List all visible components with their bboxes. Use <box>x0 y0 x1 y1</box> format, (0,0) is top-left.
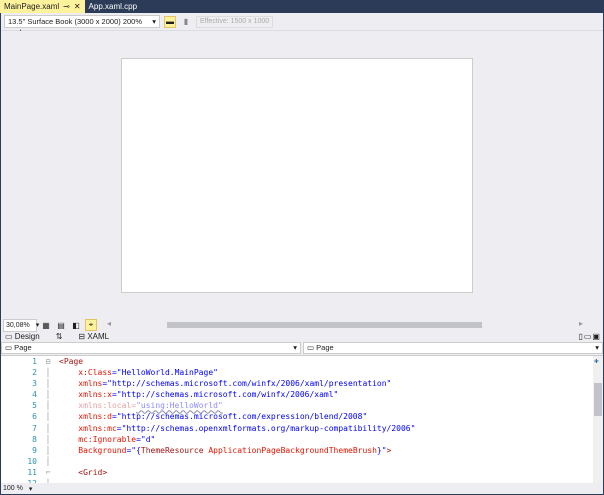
editor-status-bar: 100 % ▾ <box>1 483 603 494</box>
pin-icon[interactable]: ⊸ <box>63 0 70 13</box>
type-dropdown[interactable]: ▭ Page ▾ <box>1 342 301 354</box>
code-line: 6 │ xmlns:d ="http://schemas.microsoft.com… <box>1 411 603 422</box>
line-number: 3 <box>32 379 37 389</box>
scrollbar-thumb[interactable] <box>167 322 482 328</box>
code-line: 1 ⊟ <Page <box>1 356 603 367</box>
line-number: 7 <box>32 423 37 433</box>
device-dropdown[interactable]: 13.5" Surface Book (3000 x 2000) 200% sc… <box>4 15 160 37</box>
pane-split-icons[interactable]: ▯▭▣ <box>578 332 603 341</box>
designer-toolbar: 13.5" Surface Book (3000 x 2000) 200% sc… <box>1 13 603 37</box>
line-number: 11 <box>27 467 37 477</box>
code-token: }" <box>376 445 387 455</box>
code-token: xmlns:x <box>78 390 112 400</box>
line-number: 8 <box>32 434 37 444</box>
scrollbar-thumb[interactable] <box>594 383 602 416</box>
code-line: 11 ⌐ <Grid> <box>1 467 603 478</box>
line-number: 4 <box>32 390 37 400</box>
zoom-dropdown[interactable]: 30,08% ▾ <box>3 318 39 332</box>
effective-size: Effective: 1500 x 1000 <box>196 15 274 28</box>
code-token: xmlns <box>78 379 103 389</box>
code-line: 7 │ xmlns:mc ="http://schemas.openxmlforma… <box>1 423 603 434</box>
member-dropdown[interactable]: ▭ Page ▾ <box>303 342 603 354</box>
line-number: 1 <box>32 357 37 366</box>
code-line: 2 │ x:Class ="HelloWorld.MainPage" <box>1 367 603 378</box>
tab-mainpage-xaml[interactable]: MainPage.xaml ⊸ ✕ <box>0 0 85 13</box>
code-line: 8 │ mc:Ignorable ="d" <box>1 434 603 445</box>
fold-marker[interactable]: ⌐ <box>37 467 59 478</box>
snap-lines-icon[interactable]: ⌖ <box>85 319 97 331</box>
line-number: 9 <box>32 445 37 455</box>
page-artboard[interactable] <box>121 58 473 293</box>
code-line: 9 │ Background ="{ThemeResource Applicatio… <box>1 445 603 456</box>
code-token: xmlns:mc <box>78 423 117 433</box>
code-token: ="http://schemas.openxmlformats.org/mark… <box>116 423 416 433</box>
code-token: ="d" <box>136 434 156 444</box>
vertical-scrollbar[interactable]: ✚ <box>593 356 603 484</box>
xaml-editor[interactable]: 1 ⊟ <Page 2 │ x:Class ="HelloWorld.MainPage" 3… <box>1 355 603 488</box>
code-token: <Page <box>59 357 84 366</box>
close-icon[interactable]: ✕ <box>74 0 81 13</box>
code-token: ="{ <box>126 445 141 455</box>
code-token: ApplicationPageBackgroundThemeBrush <box>203 445 377 455</box>
design-surface[interactable] <box>1 31 603 319</box>
tab-xaml[interactable]: ⊟ XAML <box>78 332 109 341</box>
code-token: x:Class <box>78 368 112 378</box>
code-token: <Grid> <box>78 467 108 477</box>
fold-marker: │ <box>45 390 51 400</box>
line-number: 10 <box>27 456 37 466</box>
code-token: "using:HelloWorld" <box>136 401 223 411</box>
artboard-bg-icon[interactable]: ◧ <box>70 319 82 331</box>
zoom-bar: 30,08% ▾ ▦ ▤ ◧ ⌖ ◂ ▸ <box>1 318 603 332</box>
grid-icon[interactable]: ▦ <box>40 319 52 331</box>
fold-marker: │ <box>45 412 51 422</box>
code-line: 4 │ xmlns:x ="http://schemas.microsoft.com… <box>1 389 603 400</box>
horizontal-scrollbar[interactable]: ◂ ▸ <box>107 319 583 328</box>
code-token: ="http://schemas.microsoft.com/winfx/200… <box>102 379 392 389</box>
portrait-icon[interactable]: ▮ <box>180 16 192 28</box>
line-number: 2 <box>32 368 37 378</box>
scroll-left-icon[interactable]: ◂ <box>107 319 111 328</box>
fold-marker: │ <box>45 456 51 466</box>
swap-panes-icon[interactable]: ⇅ <box>56 332 63 341</box>
line-number: 6 <box>32 412 37 422</box>
document-tabs: MainPage.xaml ⊸ ✕ App.xaml.cpp <box>0 0 604 13</box>
landscape-icon[interactable]: ▬ <box>164 15 176 28</box>
fold-marker[interactable]: ⊟ <box>37 356 59 367</box>
fold-marker: │ <box>45 423 51 433</box>
code-token: xmlns:local <box>78 401 132 411</box>
line-number: 5 <box>32 401 37 411</box>
expand-icon[interactable]: ✚ <box>594 356 599 365</box>
code-line: 5 │ xmlns:local = "using:HelloWorld" <box>1 400 603 411</box>
code-token: ="http://schemas.microsoft.com/winfx/200… <box>111 390 339 400</box>
fold-marker: │ <box>45 434 51 444</box>
code-token: mc:Ignorable <box>78 434 137 444</box>
code-line: 3 │ xmlns ="http://schemas.microsoft.com/w… <box>1 378 603 389</box>
code-token: xmlns:d <box>78 412 112 422</box>
navigation-bar: ▭ Page ▾ ▭ Page ▾ <box>1 342 603 355</box>
tab-app-xaml-cpp[interactable]: App.xaml.cpp <box>85 0 141 13</box>
code-token: ="http://schemas.microsoft.com/expressio… <box>111 412 368 422</box>
fold-marker: │ <box>45 445 51 455</box>
code-token: > <box>386 445 392 455</box>
code-token: ="HelloWorld.MainPage" <box>111 368 218 378</box>
editor-zoom[interactable]: 100 % <box>3 485 23 492</box>
snap-grid-icon[interactable]: ▤ <box>55 319 67 331</box>
view-tabs: ▭ Design ⇅ ⊟ XAML ▯▭▣ <box>1 331 603 342</box>
fold-marker: │ <box>45 401 51 411</box>
fold-marker: │ <box>45 379 51 389</box>
code-line: 10 │ <box>1 456 603 467</box>
fold-marker: │ <box>45 368 51 378</box>
code-token: ThemeResource <box>140 445 204 455</box>
chevron-down-icon: ▾ <box>152 17 156 26</box>
scroll-right-icon[interactable]: ▸ <box>579 319 583 328</box>
code-token: Background <box>78 445 127 455</box>
tab-design[interactable]: ▭ Design <box>5 332 40 341</box>
xaml-designer: 13.5" Surface Book (3000 x 2000) 200% sc… <box>1 13 603 494</box>
